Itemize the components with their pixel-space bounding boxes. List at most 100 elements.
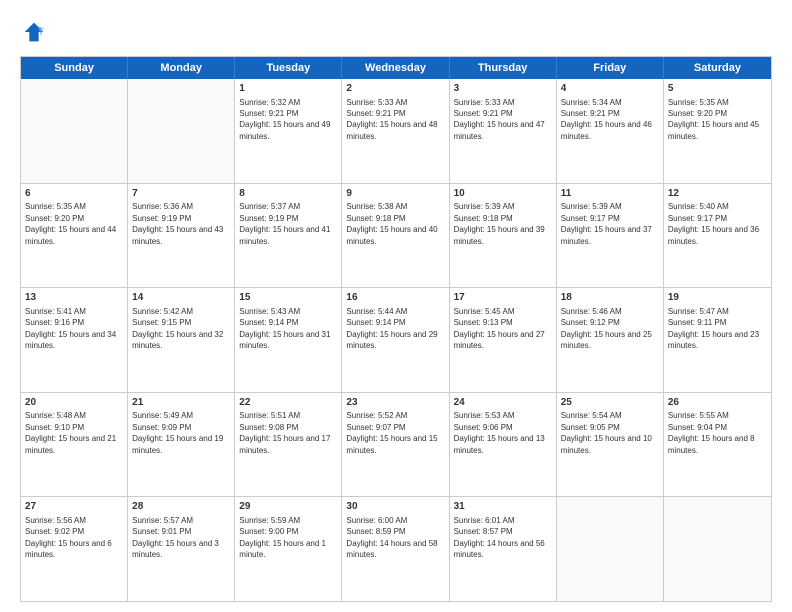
calendar-cell: 11Sunrise: 5:39 AM Sunset: 9:17 PM Dayli… [557,184,664,288]
calendar-cell: 4 Sunrise: 5:34 AM Sunset: 9:21 PM Daylig… [557,79,664,183]
header [20,18,772,46]
cell-sun-info: Sunrise: 5:45 AM Sunset: 9:13 PM Dayligh… [454,307,545,350]
calendar-cell: 20Sunrise: 5:48 AM Sunset: 9:10 PM Dayli… [21,393,128,497]
calendar-cell: 21Sunrise: 5:49 AM Sunset: 9:09 PM Dayli… [128,393,235,497]
day-number: 7 [132,187,230,201]
calendar-cell: 29Sunrise: 5:59 AM Sunset: 9:00 PM Dayli… [235,497,342,601]
calendar-cell: 8Sunrise: 5:37 AM Sunset: 9:19 PM Daylig… [235,184,342,288]
cell-sun-info: Sunrise: 5:46 AM Sunset: 9:12 PM Dayligh… [561,307,652,350]
calendar-cell: 25Sunrise: 5:54 AM Sunset: 9:05 PM Dayli… [557,393,664,497]
day-number: 13 [25,291,123,305]
calendar-week-4: 20Sunrise: 5:48 AM Sunset: 9:10 PM Dayli… [21,393,771,498]
cell-sun-info: Sunrise: 5:35 AM Sunset: 9:20 PM Dayligh… [668,98,759,141]
calendar-cell: 2 Sunrise: 5:33 AM Sunset: 9:21 PM Daylig… [342,79,449,183]
calendar-cell: 15 Sunrise: 5:43 AM Sunset: 9:14 PM Dayli… [235,288,342,392]
cell-sun-info: Sunrise: 5:41 AM Sunset: 9:16 PM Dayligh… [25,307,116,350]
day-number: 14 [132,291,230,305]
calendar-cell: 28 Sunrise: 5:57 AM Sunset: 9:01 PM Dayli… [128,497,235,601]
cell-sun-info: Sunrise: 5:55 AM Sunset: 9:04 PM Dayligh… [668,411,755,454]
calendar-cell [128,79,235,183]
cell-sun-info: Sunrise: 5:40 AM Sunset: 9:17 PM Dayligh… [668,202,759,245]
calendar-cell: 22Sunrise: 5:51 AM Sunset: 9:08 PM Dayli… [235,393,342,497]
day-number: 4 [561,82,659,96]
day-number: 31 [454,500,552,514]
day-number: 26 [668,396,767,410]
cell-sun-info: Sunrise: 5:39 AM Sunset: 9:18 PM Dayligh… [454,202,545,245]
calendar-week-3: 13 Sunrise: 5:41 AM Sunset: 9:16 PM Dayli… [21,288,771,393]
day-number: 27 [25,500,123,514]
logo-icon [20,18,48,46]
calendar-week-1: 1Sunrise: 5:32 AM Sunset: 9:21 PM Daylig… [21,79,771,184]
calendar-cell: 13 Sunrise: 5:41 AM Sunset: 9:16 PM Dayli… [21,288,128,392]
cell-sun-info: Sunrise: 5:53 AM Sunset: 9:06 PM Dayligh… [454,411,545,454]
cell-sun-info: Sunrise: 5:43 AM Sunset: 9:14 PM Dayligh… [239,307,330,350]
calendar-header-friday: Friday [557,57,664,79]
day-number: 12 [668,187,767,201]
page: SundayMondayTuesdayWednesdayThursdayFrid… [0,0,792,612]
day-number: 28 [132,500,230,514]
day-number: 3 [454,82,552,96]
day-number: 22 [239,396,337,410]
cell-sun-info: Sunrise: 5:54 AM Sunset: 9:05 PM Dayligh… [561,411,652,454]
calendar-cell: 31 Sunrise: 6:01 AM Sunset: 8:57 PM Dayli… [450,497,557,601]
calendar-cell: 26Sunrise: 5:55 AM Sunset: 9:04 PM Dayli… [664,393,771,497]
calendar-header-wednesday: Wednesday [342,57,449,79]
cell-sun-info: Sunrise: 5:35 AM Sunset: 9:20 PM Dayligh… [25,202,116,245]
day-number: 17 [454,291,552,305]
day-number: 24 [454,396,552,410]
cell-sun-info: Sunrise: 5:33 AM Sunset: 9:21 PM Dayligh… [346,98,437,141]
calendar-week-5: 27 Sunrise: 5:56 AM Sunset: 9:02 PM Dayli… [21,497,771,601]
day-number: 21 [132,396,230,410]
calendar-cell: 16Sunrise: 5:44 AM Sunset: 9:14 PM Dayli… [342,288,449,392]
day-number: 19 [668,291,767,305]
day-number: 20 [25,396,123,410]
cell-sun-info: Sunrise: 5:38 AM Sunset: 9:18 PM Dayligh… [346,202,437,245]
calendar-cell: 12Sunrise: 5:40 AM Sunset: 9:17 PM Dayli… [664,184,771,288]
day-number: 15 [239,291,337,305]
day-number: 29 [239,500,337,514]
cell-sun-info: Sunrise: 5:48 AM Sunset: 9:10 PM Dayligh… [25,411,116,454]
calendar-header-sunday: Sunday [21,57,128,79]
day-number: 11 [561,187,659,201]
calendar-cell: 24Sunrise: 5:53 AM Sunset: 9:06 PM Dayli… [450,393,557,497]
day-number: 8 [239,187,337,201]
cell-sun-info: Sunrise: 5:52 AM Sunset: 9:07 PM Dayligh… [346,411,437,454]
cell-sun-info: Sunrise: 5:51 AM Sunset: 9:08 PM Dayligh… [239,411,330,454]
day-number: 2 [346,82,444,96]
day-number: 25 [561,396,659,410]
calendar-cell: 30Sunrise: 6:00 AM Sunset: 8:59 PM Dayli… [342,497,449,601]
calendar-cell [557,497,664,601]
calendar-header-monday: Monday [128,57,235,79]
day-number: 18 [561,291,659,305]
cell-sun-info: Sunrise: 5:42 AM Sunset: 9:15 PM Dayligh… [132,307,223,350]
calendar-header-row: SundayMondayTuesdayWednesdayThursdayFrid… [21,57,771,79]
cell-sun-info: Sunrise: 5:57 AM Sunset: 9:01 PM Dayligh… [132,516,219,559]
calendar-cell: 14 Sunrise: 5:42 AM Sunset: 9:15 PM Dayli… [128,288,235,392]
calendar-cell: 3 Sunrise: 5:33 AM Sunset: 9:21 PM Daylig… [450,79,557,183]
cell-sun-info: Sunrise: 5:56 AM Sunset: 9:02 PM Dayligh… [25,516,112,559]
cell-sun-info: Sunrise: 5:34 AM Sunset: 9:21 PM Dayligh… [561,98,652,141]
calendar-cell: 7Sunrise: 5:36 AM Sunset: 9:19 PM Daylig… [128,184,235,288]
day-number: 23 [346,396,444,410]
cell-sun-info: Sunrise: 5:39 AM Sunset: 9:17 PM Dayligh… [561,202,652,245]
calendar: SundayMondayTuesdayWednesdayThursdayFrid… [20,56,772,602]
cell-sun-info: Sunrise: 5:36 AM Sunset: 9:19 PM Dayligh… [132,202,223,245]
calendar-cell: 17 Sunrise: 5:45 AM Sunset: 9:13 PM Dayli… [450,288,557,392]
cell-sun-info: Sunrise: 6:01 AM Sunset: 8:57 PM Dayligh… [454,516,545,559]
cell-sun-info: Sunrise: 5:47 AM Sunset: 9:11 PM Dayligh… [668,307,759,350]
calendar-cell: 10Sunrise: 5:39 AM Sunset: 9:18 PM Dayli… [450,184,557,288]
logo [20,18,52,46]
calendar-cell [21,79,128,183]
cell-sun-info: Sunrise: 5:37 AM Sunset: 9:19 PM Dayligh… [239,202,330,245]
day-number: 10 [454,187,552,201]
cell-sun-info: Sunrise: 5:33 AM Sunset: 9:21 PM Dayligh… [454,98,545,141]
calendar-cell: 6Sunrise: 5:35 AM Sunset: 9:20 PM Daylig… [21,184,128,288]
cell-sun-info: Sunrise: 5:44 AM Sunset: 9:14 PM Dayligh… [346,307,437,350]
calendar-cell [664,497,771,601]
day-number: 30 [346,500,444,514]
cell-sun-info: Sunrise: 5:32 AM Sunset: 9:21 PM Dayligh… [239,98,330,141]
calendar-cell: 18 Sunrise: 5:46 AM Sunset: 9:12 PM Dayli… [557,288,664,392]
cell-sun-info: Sunrise: 5:49 AM Sunset: 9:09 PM Dayligh… [132,411,223,454]
calendar-cell: 9Sunrise: 5:38 AM Sunset: 9:18 PM Daylig… [342,184,449,288]
day-number: 5 [668,82,767,96]
